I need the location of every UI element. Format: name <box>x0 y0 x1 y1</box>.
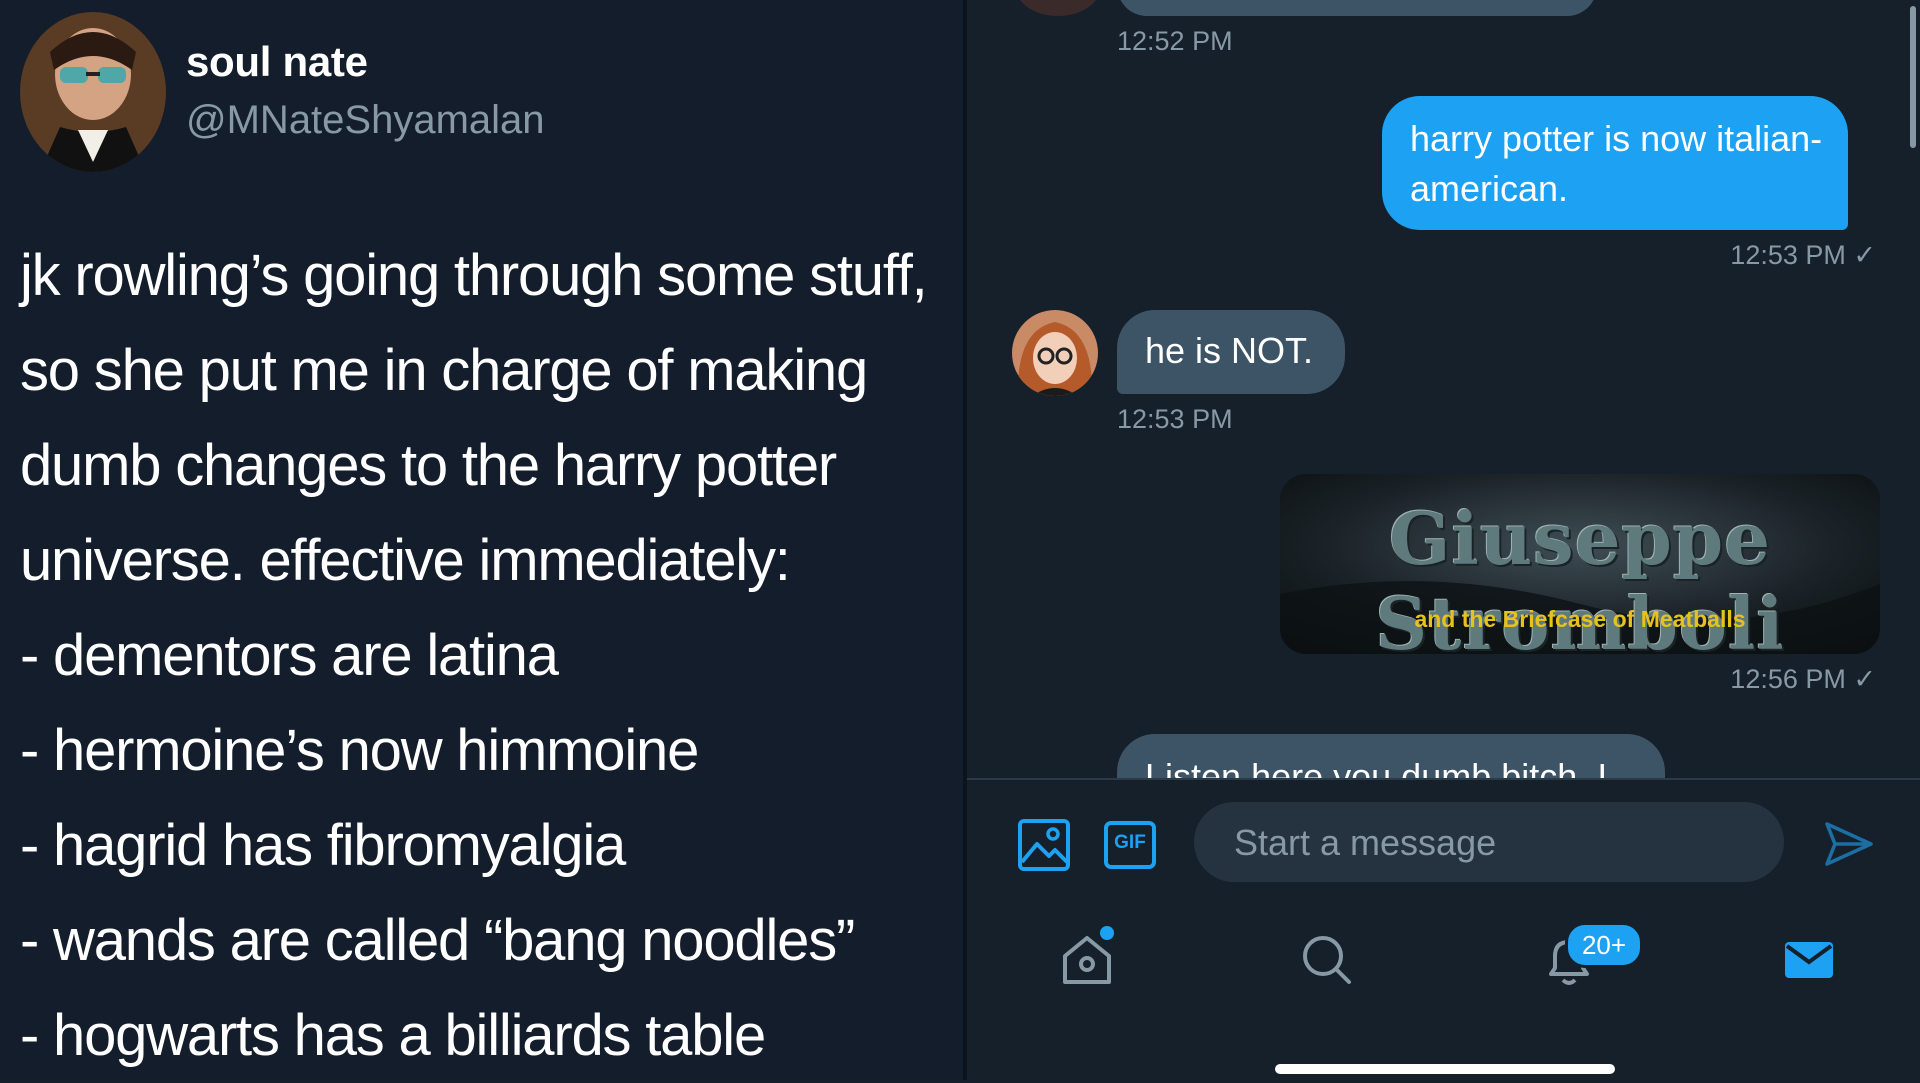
message-timestamp: 12:53 PM ✓ <box>1730 240 1876 270</box>
image-icon[interactable] <box>1017 818 1071 872</box>
tweet-line: jk rowling’s going through some stuff, <box>20 243 928 308</box>
gif-label: GIF <box>1114 832 1146 853</box>
user-avatar[interactable] <box>20 12 166 172</box>
user-handle[interactable]: @MNateShyamalan <box>186 98 545 143</box>
message-text: harry potter is now italian-american. <box>1410 118 1823 209</box>
notifications-badge: 20+ <box>1565 922 1643 968</box>
tweet-line: - dementors are latina <box>20 623 559 688</box>
search-icon[interactable] <box>1297 930 1357 990</box>
dm-panel: 12:52 PM harry potter is now italian-ame… <box>967 0 1920 1080</box>
message-input-placeholder: Start a message <box>1234 822 1497 863</box>
message-image[interactable]: Giuseppe Stromboli and the Briefcase of … <box>1280 474 1880 654</box>
message-timestamp: 12:53 PM <box>1117 404 1233 434</box>
tweet-text: jk rowling’s going through some stuff, s… <box>20 228 960 1083</box>
message-timestamp: 12:56 PM ✓ <box>1730 664 1876 694</box>
message-bubble-incoming[interactable]: he is NOT. <box>1117 310 1345 394</box>
home-unread-dot <box>1100 926 1114 940</box>
message-text: he is NOT. <box>1145 330 1314 371</box>
tweet-line: - wands are called “bang noodles” <box>20 908 855 973</box>
message-composer: GIF Start a message 20+ <box>967 778 1920 1080</box>
messages-envelope-icon[interactable] <box>1779 930 1839 990</box>
scrollbar[interactable] <box>1910 6 1916 148</box>
tweet-panel: soul nate @MNateShyamalan jk rowling’s g… <box>0 0 963 1080</box>
avatar[interactable] <box>1016 0 1100 16</box>
tweet-line: so she put me in charge of making <box>20 338 868 403</box>
image-subtitle: and the Briefcase of Meatballs <box>1414 606 1746 632</box>
message-bubble-outgoing[interactable]: harry potter is now italian-american. <box>1382 96 1848 230</box>
send-icon[interactable] <box>1823 818 1875 870</box>
tweet-line: - hagrid has fibromyalgia <box>20 813 626 878</box>
tweet-line: - hogwarts has a billiards table <box>20 1003 766 1068</box>
message-input[interactable]: Start a message <box>1194 802 1784 882</box>
avatar[interactable] <box>1012 310 1098 396</box>
tweet-line: dumb changes to the harry potter <box>20 433 837 498</box>
gif-icon[interactable]: GIF <box>1103 820 1157 870</box>
display-name[interactable]: soul nate <box>186 38 368 86</box>
message-bubble-incoming[interactable] <box>1117 0 1597 16</box>
tweet-line: - hermoine’s now himmoine <box>20 718 699 783</box>
tweet-line: universe. effective immediately: <box>20 528 791 593</box>
message-timestamp: 12:52 PM <box>1117 26 1233 56</box>
home-indicator[interactable] <box>1275 1064 1615 1074</box>
